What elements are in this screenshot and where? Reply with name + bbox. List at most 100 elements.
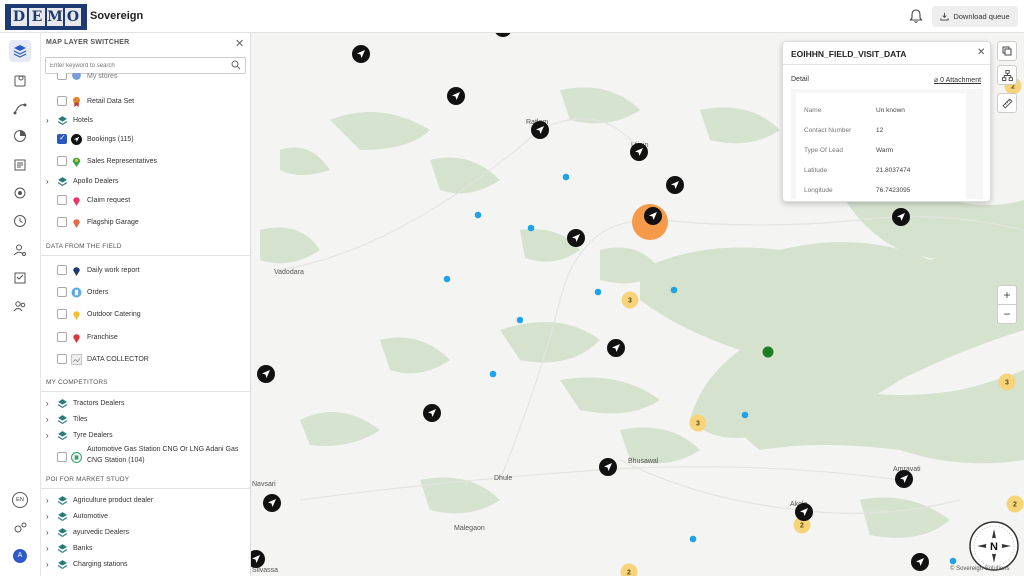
city-label: Navsari: [252, 481, 276, 488]
chevron-right-icon[interactable]: ›: [46, 431, 52, 440]
layer-group-row[interactable]: › Tyre Dealers: [41, 426, 250, 444]
layer-row[interactable]: Bookings (115): [41, 130, 250, 148]
layer-checkbox[interactable]: [57, 195, 67, 205]
layer-checkbox[interactable]: [57, 217, 67, 227]
chevron-right-icon[interactable]: ›: [46, 496, 52, 505]
layer-row[interactable]: Orders: [41, 283, 250, 301]
copy-layer-button[interactable]: [997, 41, 1017, 61]
hierarchy-button[interactable]: [997, 65, 1017, 85]
layers-stack-icon: [57, 176, 68, 186]
layer-checkbox[interactable]: [57, 156, 67, 166]
layer-row[interactable]: Retail Data Set: [41, 92, 250, 110]
chevron-right-icon[interactable]: ›: [46, 116, 52, 125]
layer-group-row[interactable]: › Hotels: [41, 111, 250, 129]
route-icon[interactable]: [11, 99, 29, 117]
layer-label: Franchise: [87, 333, 118, 341]
chevron-right-icon[interactable]: ›: [46, 528, 52, 537]
download-queue-label: Download queue: [953, 12, 1010, 21]
close-icon[interactable]: ✕: [977, 47, 985, 58]
zoom-out-button[interactable]: −: [997, 304, 1017, 324]
layer-group-row[interactable]: › Apollo Dealers: [41, 172, 250, 190]
layer-checkbox[interactable]: [57, 73, 67, 80]
logo-letter: E: [29, 8, 45, 26]
layer-checkbox[interactable]: [57, 452, 67, 462]
chevron-right-icon[interactable]: ›: [46, 177, 52, 186]
chevron-right-icon[interactable]: ›: [46, 415, 52, 424]
detail-key: Contact Number: [804, 127, 852, 134]
booking-marker: [447, 87, 465, 105]
checklist-icon[interactable]: [11, 269, 29, 287]
detail-value: 12: [876, 127, 884, 134]
location-target-icon[interactable]: [11, 184, 29, 202]
logo: D E M O: [5, 4, 87, 30]
cluster-count: 2: [800, 523, 804, 530]
layer-row[interactable]: Daily work report: [41, 261, 250, 279]
divider: [41, 255, 250, 256]
shield-pin-icon: [73, 333, 80, 343]
booking-marker: [795, 503, 813, 521]
chevron-right-icon[interactable]: ›: [46, 399, 52, 408]
layer-row[interactable]: Outdoor Catering: [41, 305, 250, 323]
zoom-in-button[interactable]: +: [997, 285, 1017, 305]
layers-stack-icon: [57, 398, 68, 408]
layer-row[interactable]: DATA COLLECTOR: [41, 350, 250, 368]
layer-row[interactable]: Claim request: [41, 191, 250, 209]
left-rail: EN A: [0, 33, 41, 576]
booking-marker: [257, 365, 275, 383]
layer-search: [45, 57, 246, 74]
pie-chart-icon[interactable]: [11, 127, 29, 145]
booking-marker: [607, 339, 625, 357]
detail-key: Type Of Lead: [804, 147, 844, 154]
layer-search-input[interactable]: [46, 58, 226, 73]
layer-label: Automotive Gas Station CNG Or LNG Adani …: [87, 446, 239, 453]
layer-checkbox[interactable]: [57, 354, 67, 364]
user-settings-icon[interactable]: [11, 241, 29, 259]
layer-checkbox[interactable]: [57, 287, 67, 297]
measure-button[interactable]: [997, 93, 1017, 113]
layers-stack-icon: [57, 115, 68, 125]
report-icon[interactable]: [11, 156, 29, 174]
cluster-count: 3: [1005, 380, 1009, 387]
layer-row[interactable]: Franchise: [41, 328, 250, 346]
layer-checkbox[interactable]: [57, 332, 67, 342]
settings-icon[interactable]: [11, 519, 29, 537]
download-queue-button[interactable]: Download queue: [932, 6, 1018, 27]
hierarchy-icon: [1001, 69, 1013, 81]
layer-group-row[interactable]: › Charging stations: [41, 555, 250, 573]
notification-bell-icon[interactable]: [908, 8, 924, 24]
ribbon-icon: [72, 96, 81, 107]
top-bar: D E M O Sovereign Download queue: [0, 0, 1024, 33]
booking-marker: [567, 229, 585, 247]
chevron-right-icon[interactable]: ›: [46, 560, 52, 569]
lead-dot: [516, 316, 524, 324]
language-button[interactable]: EN: [12, 492, 28, 508]
layer-label: Tiles: [73, 415, 88, 423]
layer-label: Claim request: [87, 196, 131, 204]
layer-label: Banks: [73, 544, 93, 552]
chevron-right-icon[interactable]: ›: [46, 544, 52, 553]
city-label: Malegaon: [454, 525, 485, 532]
layer-checkbox[interactable]: [57, 133, 67, 144]
avatar[interactable]: A: [13, 549, 27, 563]
detail-value: Un known: [876, 107, 905, 114]
chevron-right-icon[interactable]: ›: [46, 512, 52, 521]
layer-checkbox[interactable]: [57, 309, 67, 319]
divider: [783, 64, 990, 65]
close-icon[interactable]: ✕: [235, 37, 244, 50]
attachment-link[interactable]: ⌀ 0 Attachment: [934, 76, 981, 84]
map-pin-route-icon[interactable]: [11, 71, 29, 89]
history-icon[interactable]: [11, 212, 29, 230]
layer-label: Daily work report: [87, 266, 140, 274]
layer-row[interactable]: Flagship Garage: [41, 213, 250, 231]
layer-checkbox[interactable]: [57, 265, 67, 275]
layer-label: ayurvedic Dealers: [73, 528, 130, 536]
layer-row[interactable]: Automotive Gas Station CNG Or LNG Adani …: [41, 444, 250, 470]
detail-value: Warm: [876, 147, 894, 154]
layer-row[interactable]: Sales Representatives: [41, 152, 250, 170]
layer-checkbox[interactable]: [57, 96, 67, 106]
layer-row[interactable]: My stores: [41, 73, 250, 85]
copy-icon: [1002, 46, 1012, 56]
map-layer-switcher-panel: MAP LAYER SWITCHER ✕ My stores Retail Da…: [41, 33, 251, 576]
layers-icon[interactable]: [9, 40, 31, 62]
users-icon[interactable]: [11, 297, 29, 315]
